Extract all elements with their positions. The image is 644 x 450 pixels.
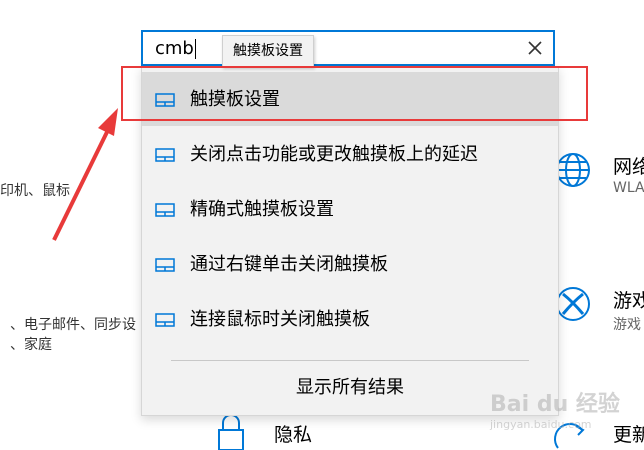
search-input[interactable]: cmb [155,38,194,59]
result-item-label: 通过右键单击关闭触摸板 [190,254,388,275]
network-title[interactable]: 网络 [613,152,644,179]
touchpad-icon [155,148,175,162]
watermark-brand: Bai du 经验 [490,392,620,417]
watermark-url: jingyan.baidu.com [490,418,592,431]
result-item-label: 连接鼠标时关闭触摸板 [190,309,370,330]
divider [171,360,529,361]
result-item-label: 关闭点击功能或更改触摸板上的延迟 [190,144,478,165]
result-item-right-click-off[interactable]: 通过右键单击关闭触摸板 [142,237,558,291]
privacy-title[interactable]: 隐私 [274,420,312,447]
tooltip: 触摸板设置 [222,35,314,67]
xbox-icon [556,287,590,321]
annotation-arrow [52,108,118,241]
search-box[interactable]: cmb [141,30,555,66]
gaming-subtitle: 游戏 [613,317,641,333]
touchpad-icon [155,313,175,327]
background-text-family: 、家庭 [10,337,52,353]
result-item-mouse-connected-off[interactable]: 连接鼠标时关闭触摸板 [142,292,558,346]
baidu-watermark: Bai du 经验 jingyan.baidu.com [490,386,620,431]
result-item-precision-touchpad[interactable]: 精确式触摸板设置 [142,182,558,236]
network-subtitle: WLA [613,180,644,196]
globe-icon [556,153,590,187]
close-icon[interactable] [525,38,545,58]
result-item-tap-delay[interactable]: 关闭点击功能或更改触摸板上的延迟 [142,127,558,181]
lock-icon [218,414,244,450]
annotation-highlight-box [121,66,588,121]
text-caret [195,39,196,59]
touchpad-icon [155,258,175,272]
gaming-title[interactable]: 游戏 [613,286,644,313]
background-text-accounts: 、电子邮件、同步设 [10,317,136,333]
result-item-label: 精确式触摸板设置 [190,199,334,220]
touchpad-icon [155,203,175,217]
